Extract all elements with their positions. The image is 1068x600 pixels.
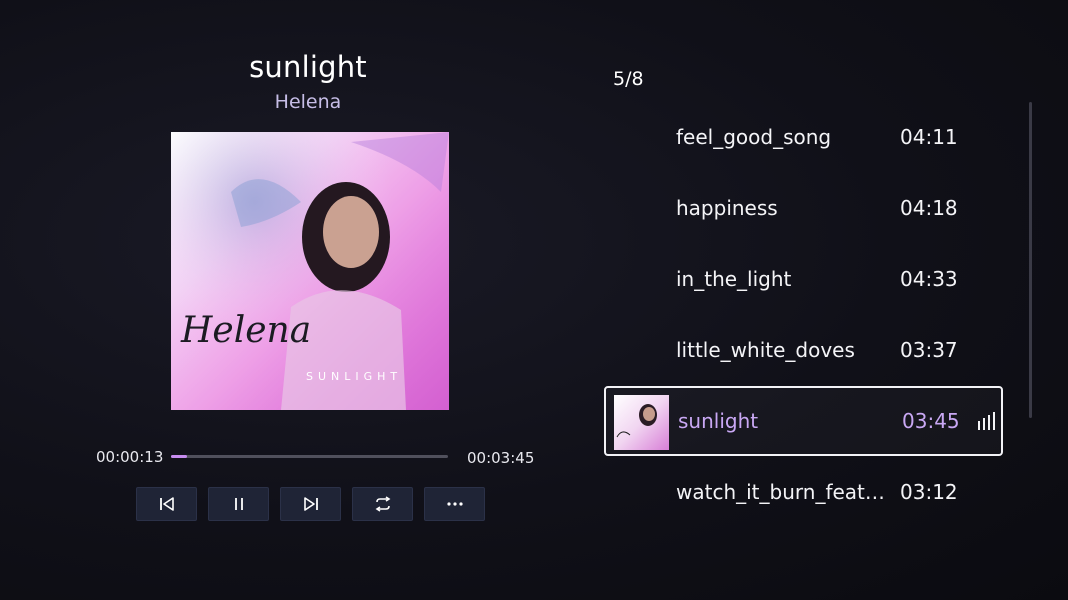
repeat-icon bbox=[375, 496, 390, 512]
playlist-item-duration: 04:18 bbox=[900, 196, 958, 220]
playlist-item-name: in_the_light bbox=[676, 267, 792, 291]
repeat-button[interactable] bbox=[352, 487, 413, 521]
pause-icon bbox=[234, 498, 243, 510]
track-title: sunlight bbox=[249, 50, 367, 84]
playlist-item-active[interactable]: sunlight 03:45 bbox=[604, 386, 1003, 456]
progress-fill bbox=[171, 455, 188, 458]
playlist-item-name: watch_it_burn_feat_… bbox=[676, 480, 890, 504]
more-button[interactable] bbox=[424, 487, 485, 521]
playlist-scrollbar[interactable] bbox=[1029, 102, 1032, 418]
playlist-item[interactable]: watch_it_burn_feat_… 03:12 bbox=[604, 457, 1003, 527]
previous-button[interactable] bbox=[136, 487, 197, 521]
playlist-item-duration: 04:33 bbox=[900, 267, 958, 291]
playlist-counter: 5/8 bbox=[613, 68, 644, 90]
playback-controls bbox=[136, 487, 485, 521]
track-thumbnail bbox=[614, 395, 669, 450]
playlist-item-name: little_white_doves bbox=[676, 338, 855, 362]
playlist-item[interactable]: feel_good_song 04:11 bbox=[604, 102, 1003, 172]
playlist-item-name: feel_good_song bbox=[676, 125, 832, 149]
playlist-item-duration: 03:37 bbox=[900, 338, 958, 362]
equalizer-icon bbox=[978, 412, 995, 430]
music-player: sunlight Helena Helena SUNLIGHT 00:00:13… bbox=[0, 0, 1068, 600]
pause-button[interactable] bbox=[208, 487, 269, 521]
next-button[interactable] bbox=[280, 487, 341, 521]
cover-signature: Helena bbox=[180, 310, 311, 351]
progress-bar[interactable] bbox=[171, 455, 448, 458]
playlist-item[interactable]: happiness 04:18 bbox=[604, 173, 1003, 243]
cover-subtitle: SUNLIGHT bbox=[306, 370, 402, 383]
playlist-item[interactable]: in_the_light 04:33 bbox=[604, 244, 1003, 314]
skip-next-icon bbox=[303, 497, 318, 511]
playlist-item-duration: 03:45 bbox=[902, 409, 960, 433]
album-cover: Helena SUNLIGHT bbox=[171, 132, 449, 410]
playlist-item-name: happiness bbox=[676, 196, 778, 220]
playlist-item-duration: 03:12 bbox=[900, 480, 958, 504]
total-time: 00:03:45 bbox=[467, 449, 535, 467]
playlist-item-name: sunlight bbox=[678, 409, 759, 433]
skip-previous-icon bbox=[159, 497, 174, 511]
track-artist: Helena bbox=[274, 91, 342, 113]
current-time: 00:00:13 bbox=[96, 448, 164, 466]
playlist-item-duration: 04:11 bbox=[900, 125, 958, 149]
more-horizontal-icon bbox=[446, 502, 463, 506]
playlist-item[interactable]: little_white_doves 03:37 bbox=[604, 315, 1003, 385]
